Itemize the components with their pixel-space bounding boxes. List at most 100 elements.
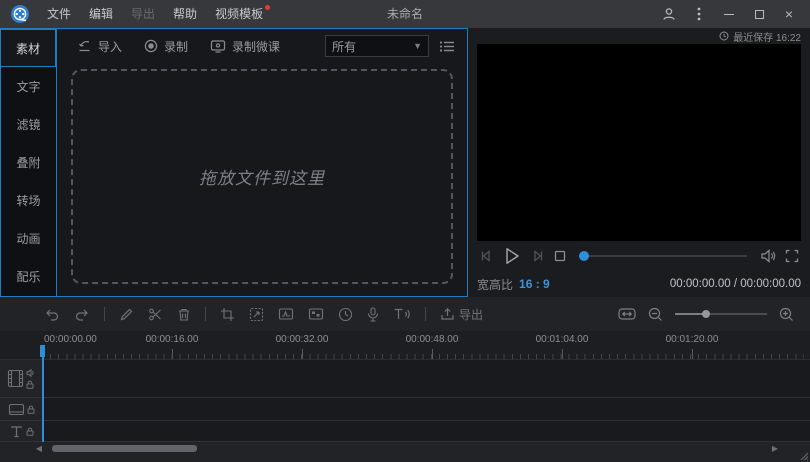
- video-track-lane[interactable]: [42, 360, 810, 397]
- menu-file[interactable]: 文件: [38, 0, 80, 28]
- fullscreen-icon[interactable]: [785, 249, 799, 263]
- split-button[interactable]: [148, 307, 163, 322]
- scrollbar-track[interactable]: [46, 445, 768, 452]
- main-area: 素材 文字 滤镜 叠附 转场 动画 配乐 导入 录制 录制微课 所有 ▼ 拖放文…: [0, 28, 810, 297]
- overlay-track-lane[interactable]: [42, 398, 810, 420]
- titlebar: 文件 编辑 导出 帮助 视频模板 未命名 ×: [0, 0, 810, 28]
- ruler-label: 00:00:48.00: [405, 334, 459, 345]
- timeline-zoom-slider[interactable]: [675, 310, 767, 318]
- stop-button[interactable]: [554, 250, 566, 262]
- overlay-track-icon: [8, 403, 24, 415]
- timeline-tracks: [0, 360, 810, 442]
- overlay-track[interactable]: [0, 398, 810, 421]
- seek-slider[interactable]: [579, 251, 747, 261]
- overlay-track-header: [0, 398, 42, 420]
- text-to-speech-button[interactable]: [393, 307, 411, 321]
- sidebar-item-music[interactable]: 配乐: [1, 258, 56, 296]
- preview-screen: [477, 44, 801, 241]
- text-to-speech-icon: [394, 308, 410, 319]
- maximize-button[interactable]: [746, 0, 772, 28]
- menu-help[interactable]: 帮助: [164, 0, 206, 28]
- menu-export: 导出: [131, 7, 156, 21]
- sidebar-item-media[interactable]: 素材: [1, 29, 56, 68]
- sidebar-item-filters[interactable]: 滤镜: [1, 105, 56, 143]
- mosaic-button[interactable]: [308, 307, 324, 321]
- delete-button[interactable]: [177, 307, 191, 322]
- scroll-right-arrow[interactable]: ▶: [768, 444, 782, 453]
- play-button[interactable]: [502, 246, 522, 266]
- toolbar-divider: [425, 307, 426, 321]
- record-lesson-icon: [210, 40, 226, 53]
- undo-button[interactable]: [44, 307, 60, 321]
- more-menu-icon[interactable]: [686, 0, 712, 28]
- next-frame-button[interactable]: [531, 249, 545, 263]
- media-filter-select[interactable]: 所有 ▼: [325, 35, 429, 57]
- zoom-in-button[interactable]: [779, 307, 794, 322]
- sidebar-item-text[interactable]: 文字: [1, 67, 56, 105]
- media-dropzone[interactable]: 拖放文件到这里: [71, 69, 453, 284]
- speed-button[interactable]: [278, 307, 294, 321]
- scrollbar-thumb[interactable]: [52, 445, 197, 452]
- export-button[interactable]: 导出: [440, 306, 483, 323]
- record-lesson-button[interactable]: 录制微课: [202, 35, 288, 58]
- redo-button[interactable]: [74, 307, 90, 321]
- track-lock-icon[interactable]: [26, 380, 34, 389]
- sidebar-item-transitions[interactable]: 转场: [1, 182, 56, 220]
- zoom-out-button[interactable]: [648, 307, 663, 322]
- record-button[interactable]: 录制: [136, 35, 196, 58]
- timeline-hscrollbar: ◀ ▶: [0, 443, 810, 454]
- list-view-icon[interactable]: [439, 40, 455, 53]
- import-button[interactable]: 导入: [69, 35, 130, 58]
- playhead-handle[interactable]: [40, 345, 45, 357]
- timecode-display: 00:00:00.00 / 00:00:00.00: [669, 278, 801, 290]
- timeline-ruler[interactable]: 00:00:00.00 00:00:16.00 00:00:32.00 00:0…: [0, 331, 810, 360]
- zoom-icon: [249, 307, 264, 321]
- playhead-line[interactable]: [42, 345, 44, 442]
- timeline-zoom-thumb[interactable]: [702, 310, 710, 318]
- clock-icon: [719, 31, 729, 41]
- mosaic-icon: [308, 308, 324, 320]
- video-track[interactable]: [0, 360, 810, 398]
- menu-edit[interactable]: 编辑: [80, 0, 122, 28]
- track-lock-icon[interactable]: [27, 405, 35, 414]
- zoom-out-icon: [648, 307, 662, 321]
- autosave-text: 最近保存 16:22: [733, 32, 801, 44]
- account-icon[interactable]: [656, 0, 682, 28]
- scissors-icon: [149, 308, 161, 320]
- import-icon: [79, 40, 90, 51]
- crop-button[interactable]: [220, 307, 235, 322]
- chevron-down-icon: ▼: [413, 41, 422, 51]
- record-lesson-label: 录制微课: [232, 39, 281, 54]
- preview-panel: 最近保存 16:22 宽高比 16: 9 00:00:00.00 / 00:0…: [468, 28, 810, 297]
- fit-timeline-button[interactable]: [618, 307, 636, 321]
- menu-video-templates[interactable]: 视频模板: [206, 0, 272, 28]
- track-mute-icon[interactable]: [26, 368, 35, 377]
- text-track[interactable]: [0, 421, 810, 442]
- edit-button[interactable]: [119, 307, 134, 322]
- crop-icon: [221, 307, 234, 321]
- minimize-button[interactable]: [716, 0, 742, 28]
- aspect-ratio-value[interactable]: 16 : 9: [519, 277, 550, 291]
- window-resize-grip[interactable]: [800, 452, 809, 461]
- volume-icon[interactable]: [760, 249, 776, 263]
- record-label: 录制: [164, 39, 189, 54]
- track-lock-icon[interactable]: [26, 427, 34, 436]
- prev-frame-button[interactable]: [479, 249, 493, 263]
- aspect-ratio-label: 宽高比: [477, 277, 514, 292]
- sidebar-item-animations[interactable]: 动画: [1, 220, 56, 258]
- playback-controls: [477, 241, 801, 271]
- sidebar-item-overlays[interactable]: 叠附: [1, 143, 56, 181]
- microphone-icon: [367, 306, 379, 322]
- record-icon: [144, 39, 158, 53]
- scroll-left-arrow[interactable]: ◀: [32, 444, 46, 453]
- speed-icon: [278, 308, 294, 320]
- zoom-button[interactable]: [249, 307, 264, 322]
- video-track-icon: [7, 369, 24, 388]
- voiceover-button[interactable]: [367, 306, 379, 322]
- seek-thumb[interactable]: [579, 251, 589, 261]
- dropzone-hint: 拖放文件到这里: [199, 169, 325, 188]
- close-button[interactable]: ×: [776, 0, 802, 28]
- media-panel-content: 导入 录制 录制微课 所有 ▼ 拖放文件到这里: [56, 29, 467, 296]
- text-track-lane[interactable]: [42, 421, 810, 441]
- duration-button[interactable]: [338, 307, 353, 322]
